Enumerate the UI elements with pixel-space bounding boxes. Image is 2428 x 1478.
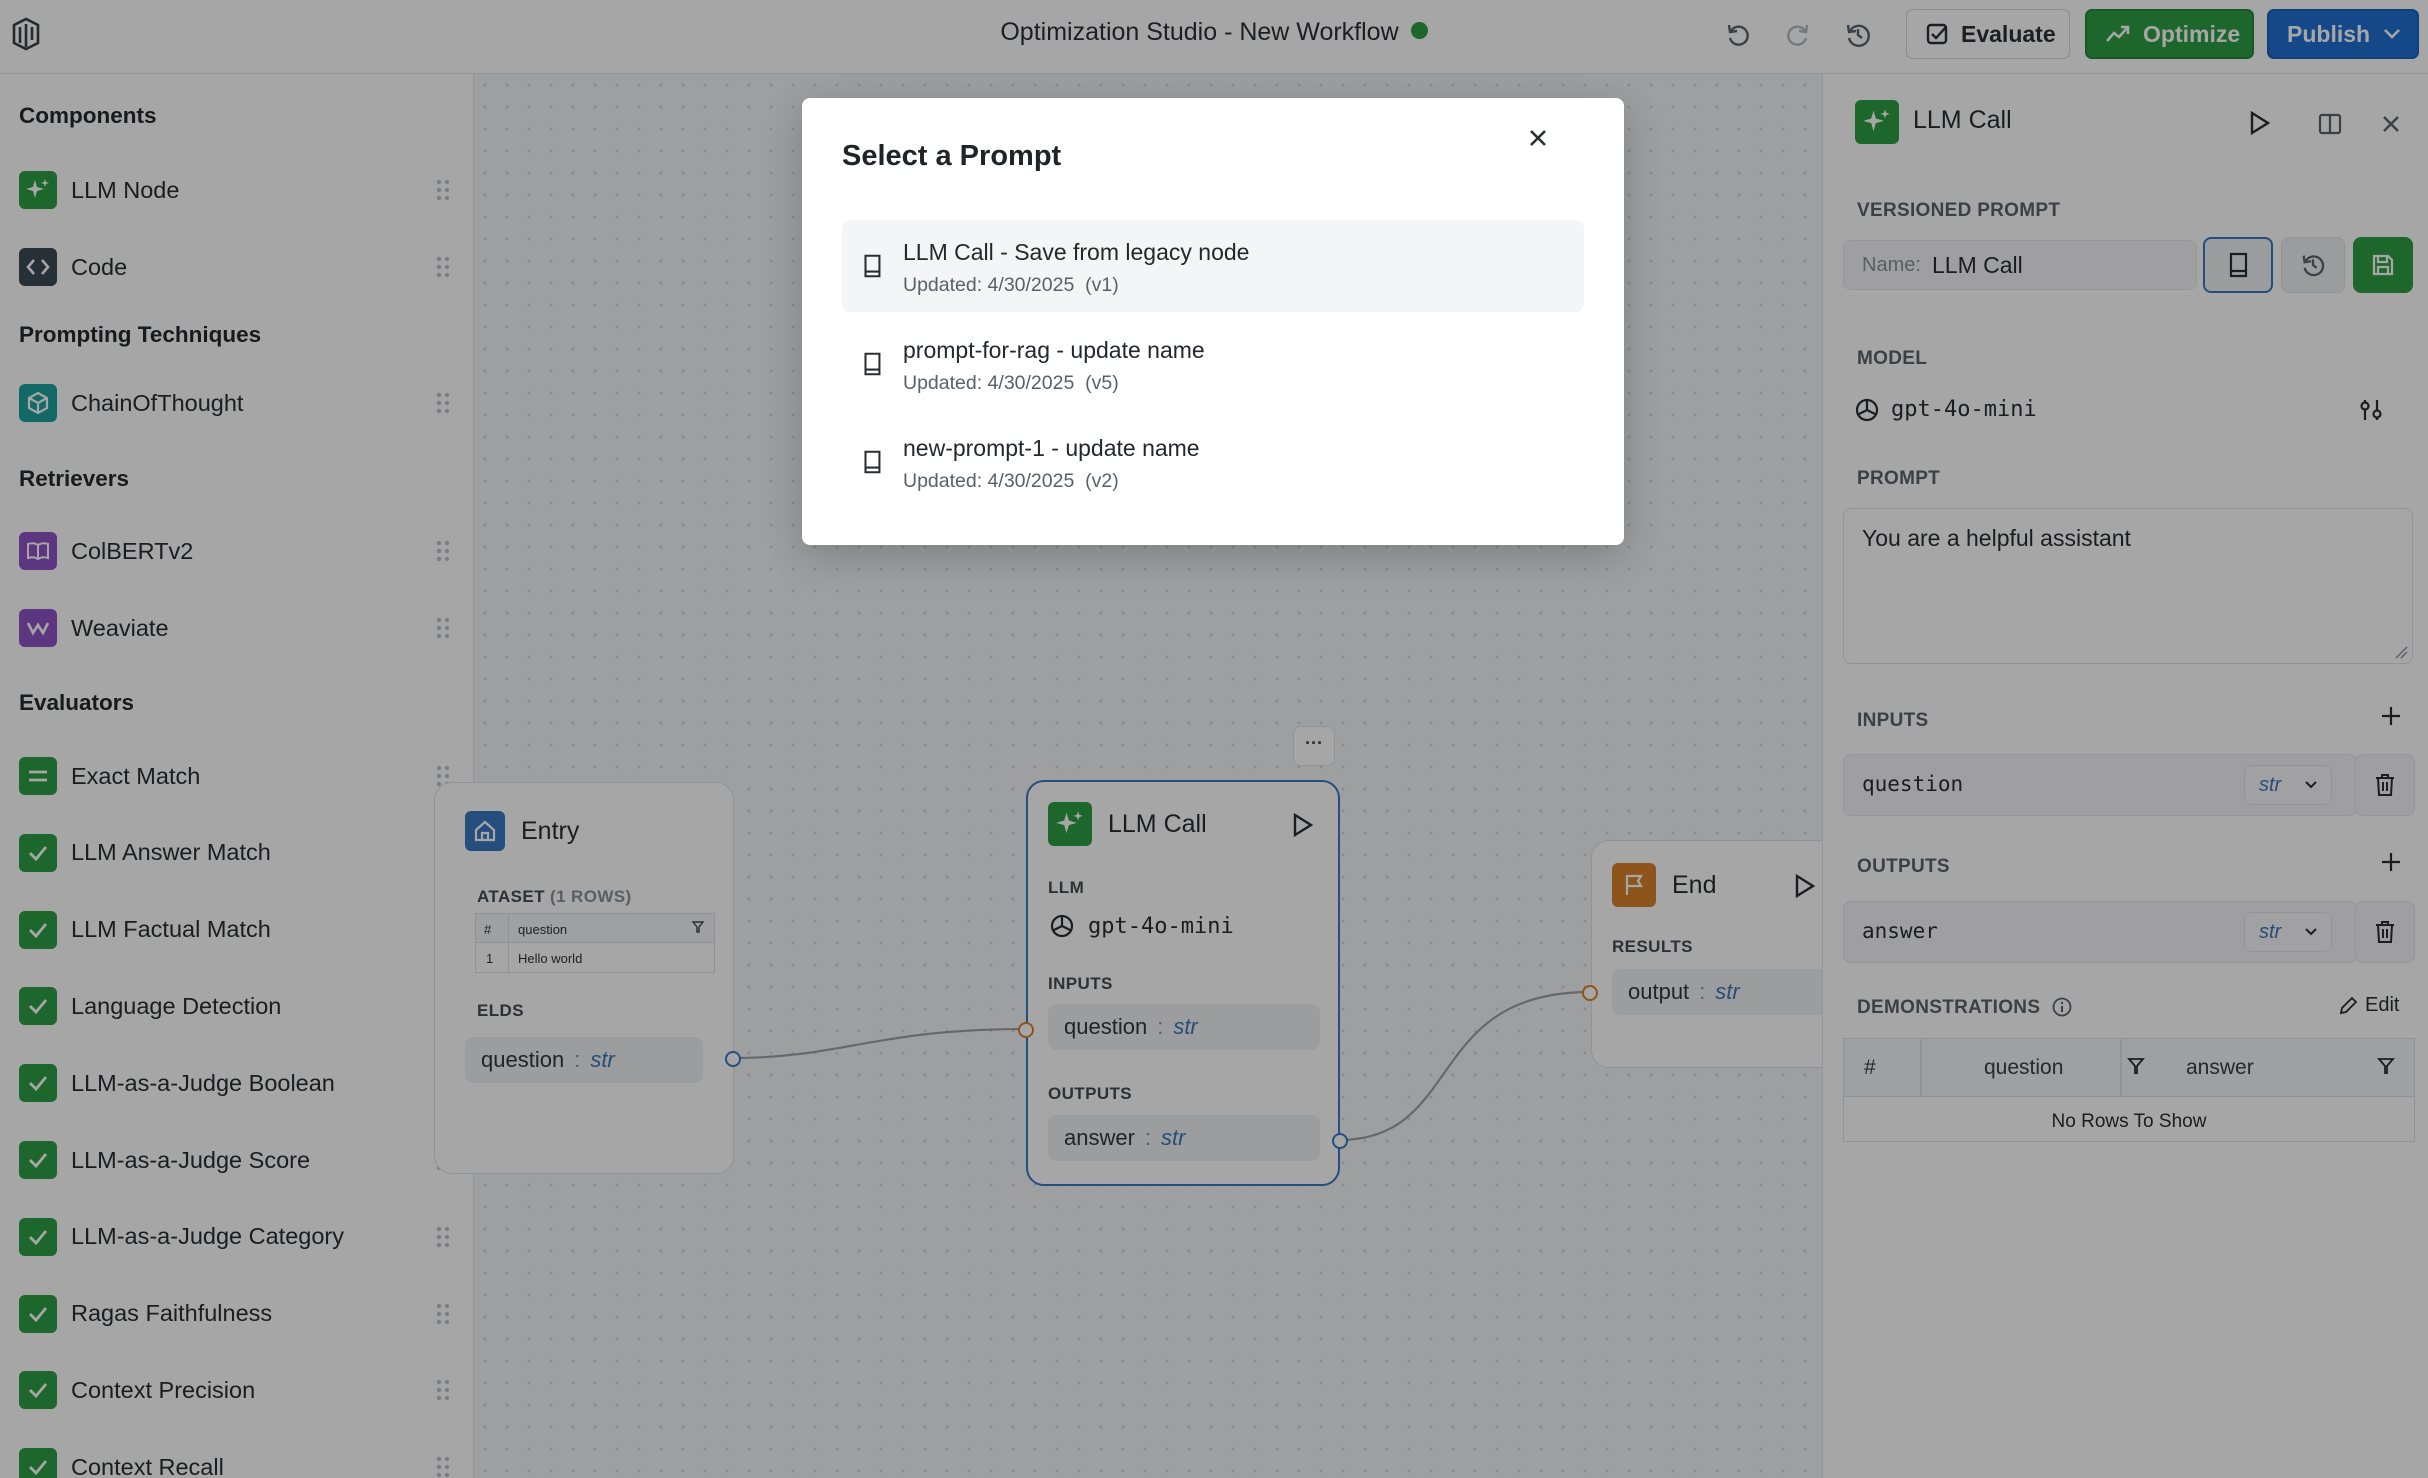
book-icon (860, 449, 884, 475)
book-icon (860, 253, 884, 279)
prompt-updated: Updated: 4/30/2025 (903, 372, 1075, 394)
select-prompt-dialog: Select a Prompt LLM Call - Save from leg… (802, 98, 1624, 545)
prompt-meta: Updated: 4/30/2025 (v1) (903, 274, 1119, 297)
close-icon[interactable] (1524, 124, 1552, 152)
dialog-title: Select a Prompt (842, 140, 1062, 172)
prompt-version: (v2) (1085, 470, 1119, 492)
prompt-list-item[interactable]: new-prompt-1 - update name Updated: 4/30… (842, 416, 1584, 508)
prompt-meta: Updated: 4/30/2025 (v5) (903, 372, 1119, 395)
prompt-meta: Updated: 4/30/2025 (v2) (903, 470, 1119, 493)
prompt-version: (v1) (1085, 274, 1119, 296)
prompt-name: new-prompt-1 - update name (903, 435, 1200, 461)
book-icon (860, 351, 884, 377)
prompt-version: (v5) (1085, 372, 1119, 394)
prompt-updated: Updated: 4/30/2025 (903, 274, 1075, 296)
prompt-list-item[interactable]: prompt-for-rag - update name Updated: 4/… (842, 318, 1584, 410)
prompt-name: prompt-for-rag - update name (903, 337, 1205, 363)
prompt-name: LLM Call - Save from legacy node (903, 239, 1250, 265)
prompt-updated: Updated: 4/30/2025 (903, 470, 1075, 492)
prompt-list-item[interactable]: LLM Call - Save from legacy node Updated… (842, 220, 1584, 312)
